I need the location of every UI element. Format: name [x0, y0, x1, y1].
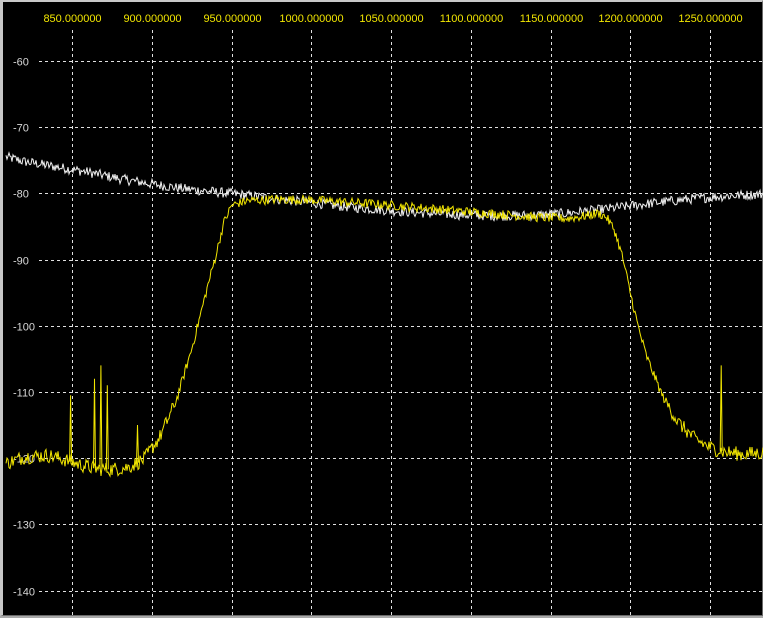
traces: [5, 151, 763, 478]
y-tick-label: -80: [13, 189, 29, 201]
x-tick-labels: 850.000000 900.000000 950.000000 1000.00000…: [43, 13, 742, 25]
grid-lines: [39, 30, 763, 617]
spike-peak: [136, 424, 139, 463]
x-tick-label: 850.000000: [43, 13, 101, 25]
y-tick-label: -70: [13, 123, 29, 135]
spectrum-plot: 850.000000 900.000000 950.000000 1000.00000…: [5, 13, 763, 617]
y-tick-labels: -60-70-80-90-100-110-120-130-140: [13, 57, 35, 599]
x-tick-label: 1100.000000: [440, 13, 503, 25]
x-tick-label: 1200.000000: [598, 13, 662, 25]
spike-peak: [719, 365, 723, 451]
y-tick-label: -130: [13, 520, 35, 532]
y-tick-label: -90: [13, 256, 29, 268]
spike-peak: [99, 365, 103, 469]
y-tick-label: -60: [13, 57, 29, 69]
yellow-trace: [5, 194, 763, 478]
white-trace: [5, 151, 763, 222]
spike-peak: [69, 395, 73, 462]
x-tick-label: 1150.000000: [520, 13, 583, 25]
x-tick-label: 950.000000: [203, 13, 261, 25]
y-tick-label: -110: [13, 388, 34, 400]
x-tick-label: 1250.000000: [678, 13, 742, 25]
y-tick-label: -140: [13, 587, 35, 599]
x-tick-label: 900.000000: [123, 13, 181, 25]
spike-peak: [105, 385, 109, 470]
x-tick-label: 1000.000000: [279, 13, 343, 25]
x-tick-label: 1050.000000: [359, 13, 423, 25]
spectrum-plot-frame: 850.000000 900.000000 950.000000 1000.00000…: [0, 0, 763, 617]
y-tick-label: -100: [13, 322, 35, 334]
